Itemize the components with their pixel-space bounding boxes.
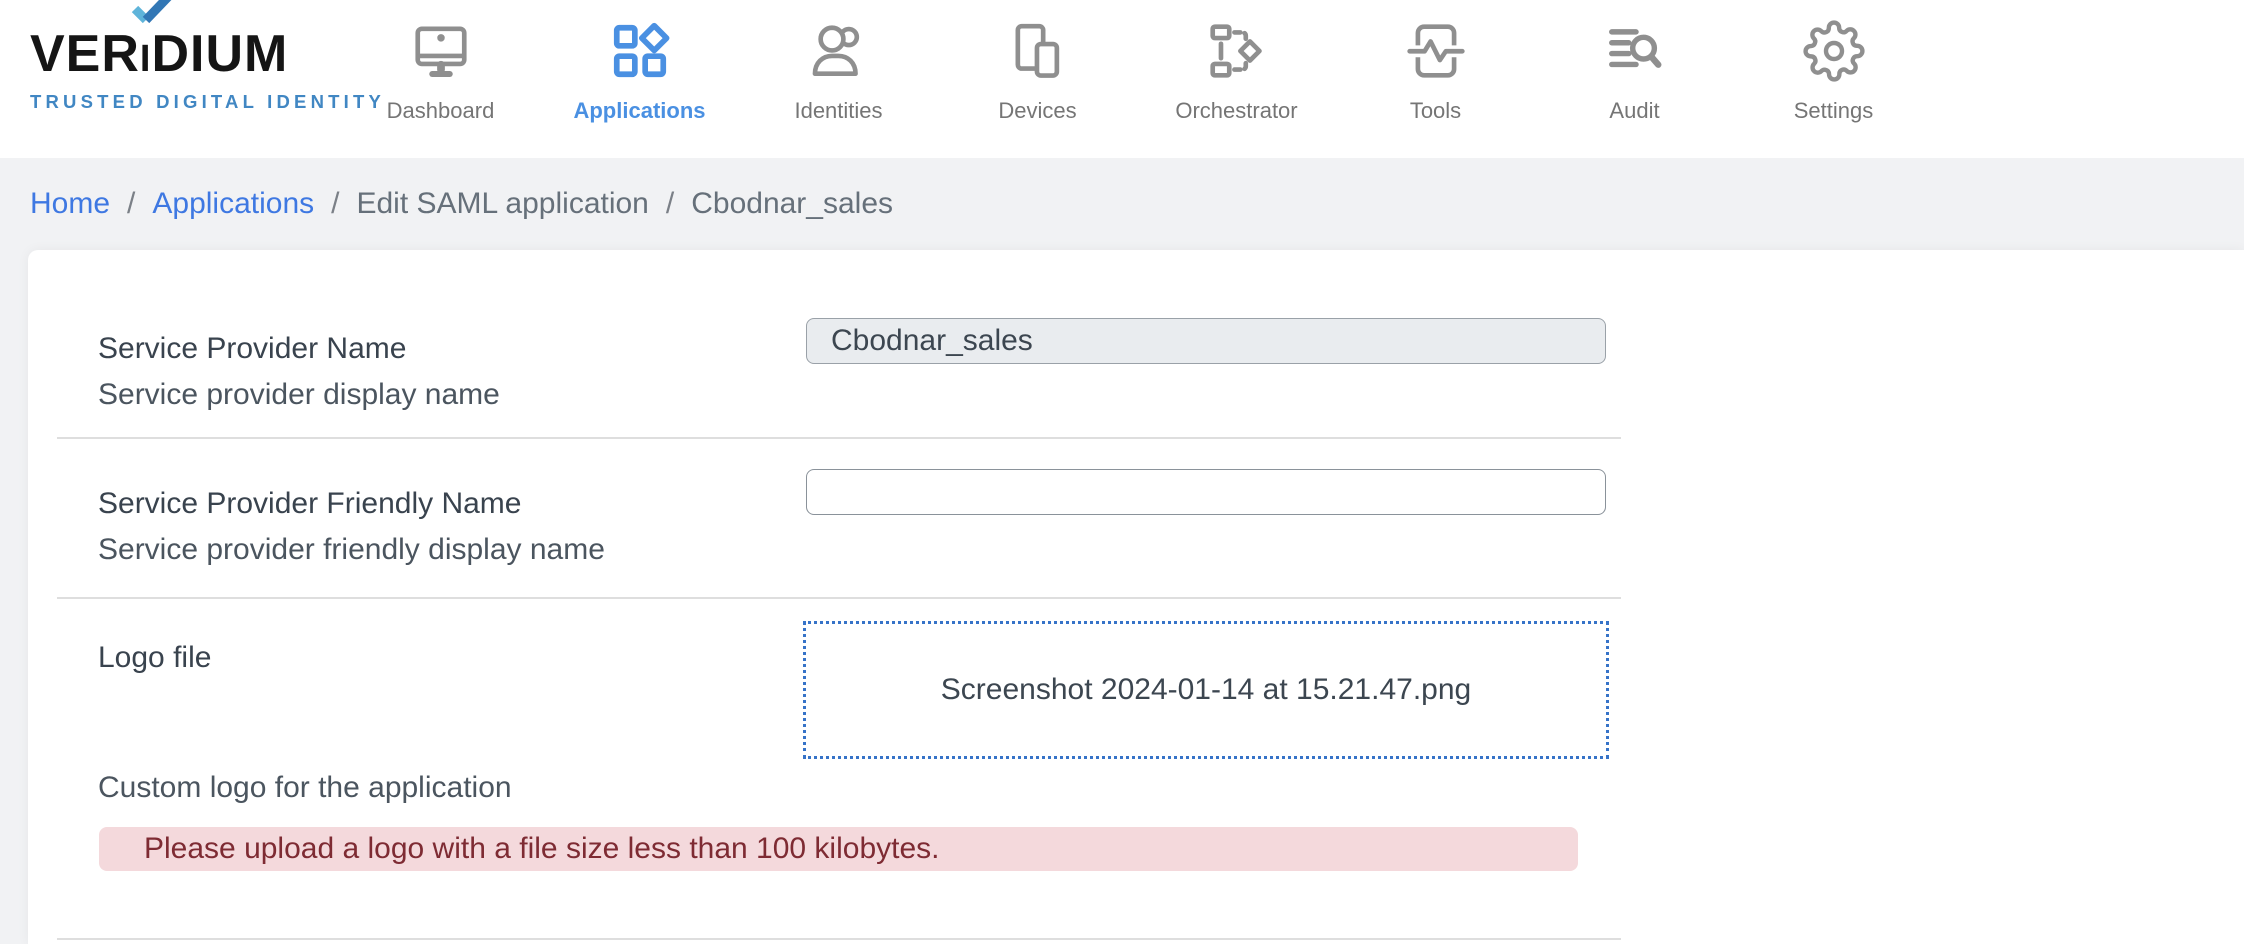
nav-label-settings: Settings bbox=[1794, 98, 1874, 124]
nav-item-applications[interactable]: Applications bbox=[540, 0, 739, 158]
breadcrumb-applications[interactable]: Applications bbox=[152, 187, 314, 221]
main-nav: Dashboard Applications Identities bbox=[341, 0, 1933, 158]
service-provider-name-label: Service Provider Name bbox=[98, 331, 500, 367]
divider bbox=[57, 437, 1621, 439]
logo-file-error-alert: Please upload a logo with a file size le… bbox=[99, 827, 1578, 871]
nav-label-tools: Tools bbox=[1410, 98, 1461, 124]
nav-label-identities: Identities bbox=[794, 98, 882, 124]
nav-item-dashboard[interactable]: Dashboard bbox=[341, 0, 540, 158]
divider bbox=[57, 938, 1621, 940]
breadcrumb-separator: / bbox=[666, 187, 674, 221]
logo-wordmark: VERIDIUM bbox=[30, 22, 322, 91]
nav-label-orchestrator: Orchestrator bbox=[1175, 98, 1297, 124]
nav-label-devices: Devices bbox=[998, 98, 1076, 124]
nav-item-audit[interactable]: Audit bbox=[1535, 0, 1734, 158]
devices-icon bbox=[1007, 20, 1069, 82]
nav-label-audit: Audit bbox=[1609, 98, 1659, 124]
breadcrumb: Home / Applications / Edit SAML applicat… bbox=[0, 158, 2244, 250]
logo-file-dropzone[interactable]: Screenshot 2024-01-14 at 15.21.47.png bbox=[803, 621, 1609, 759]
logo-file-help: Custom logo for the application bbox=[98, 770, 512, 806]
nav-item-devices[interactable]: Devices bbox=[938, 0, 1137, 158]
edit-saml-form-card: Service Provider Name Service provider d… bbox=[28, 250, 2244, 944]
logo-file-name: Screenshot 2024-01-14 at 15.21.47.png bbox=[941, 673, 1471, 707]
app-grid-icon bbox=[609, 20, 671, 82]
nav-label-dashboard: Dashboard bbox=[387, 98, 495, 124]
gear-icon bbox=[1803, 20, 1865, 82]
logo-file-help-row: Custom logo for the application bbox=[98, 770, 512, 806]
users-icon bbox=[808, 20, 870, 82]
veridium-logo[interactable]: VERIDIUM TRUSTED DIGITAL IDENTITY bbox=[30, 22, 322, 113]
breadcrumb-separator: / bbox=[331, 187, 339, 221]
logo-text-dium: DIUM bbox=[151, 25, 288, 83]
app-header: VERIDIUM TRUSTED DIGITAL IDENTITY Dashbo… bbox=[0, 0, 2244, 158]
logo-file-error-text: Please upload a logo with a file size le… bbox=[144, 832, 939, 866]
divider bbox=[57, 597, 1621, 599]
field-friendly-name: Service Provider Friendly Name Service p… bbox=[98, 486, 605, 568]
logo-text-i: I bbox=[140, 38, 152, 80]
friendly-name-label: Service Provider Friendly Name bbox=[98, 486, 605, 522]
field-service-provider-name: Service Provider Name Service provider d… bbox=[98, 331, 500, 413]
checkmark-icon bbox=[129, 0, 175, 31]
breadcrumb-home[interactable]: Home bbox=[30, 187, 110, 221]
field-logo-file: Logo file bbox=[98, 640, 211, 676]
nav-item-identities[interactable]: Identities bbox=[739, 0, 938, 158]
flowchart-icon bbox=[1206, 20, 1268, 82]
breadcrumb-edit-saml-application: Edit SAML application bbox=[356, 187, 648, 221]
nav-item-settings[interactable]: Settings bbox=[1734, 0, 1933, 158]
logo-file-label: Logo file bbox=[98, 640, 211, 676]
logo-text-ver: VER bbox=[30, 25, 140, 83]
logo-tagline: TRUSTED DIGITAL IDENTITY bbox=[30, 91, 322, 113]
monitor-icon bbox=[410, 20, 472, 82]
nav-item-tools[interactable]: Tools bbox=[1336, 0, 1535, 158]
nav-label-applications: Applications bbox=[573, 98, 705, 124]
breadcrumb-app-name: Cbodnar_sales bbox=[691, 187, 893, 221]
friendly-name-help: Service provider friendly display name bbox=[98, 532, 605, 568]
service-provider-name-input[interactable] bbox=[806, 318, 1606, 364]
friendly-name-input[interactable] bbox=[806, 469, 1606, 515]
search-list-icon bbox=[1604, 20, 1666, 82]
breadcrumb-separator: / bbox=[127, 187, 135, 221]
service-provider-name-help: Service provider display name bbox=[98, 377, 500, 413]
nav-item-orchestrator[interactable]: Orchestrator bbox=[1137, 0, 1336, 158]
activity-icon bbox=[1405, 20, 1467, 82]
